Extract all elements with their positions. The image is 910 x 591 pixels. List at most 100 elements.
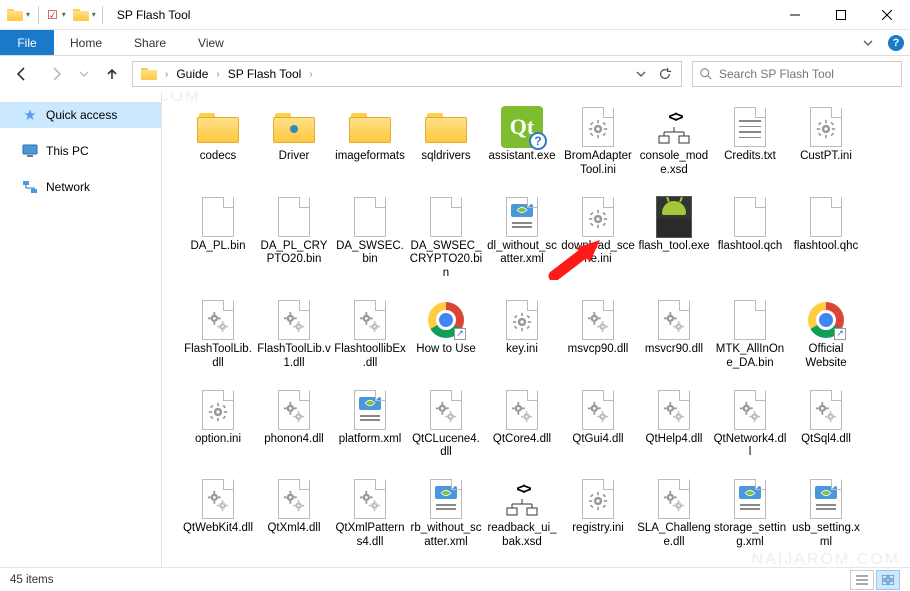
file-item[interactable]: platform.xml [332,385,408,465]
chevron-right-icon[interactable]: › [214,69,221,80]
file-item[interactable]: QtXmlPatterns4.dll [332,474,408,554]
file-item[interactable]: < >readback_ui_bak.xsd [484,474,560,554]
file-label: registry.ini [561,522,635,536]
file-item[interactable]: ↗Official Website [788,295,864,375]
file-item[interactable]: SLA_Challenge.dll [636,474,712,554]
maximize-button[interactable] [818,0,864,30]
file-content-area[interactable]: NAIJAROM.COM codecsDriverimageformatssql… [162,92,910,567]
file-item[interactable]: QtWebKit4.dll [180,474,256,554]
file-item[interactable]: DA_SWSEC.bin [332,192,408,285]
file-item[interactable]: DA_PL_CRYPTO20.bin [256,192,332,285]
qat-dropdown-icon[interactable]: ▾ [26,10,30,19]
folder-icon[interactable] [6,6,24,24]
file-item[interactable]: Credits.txt [712,102,788,182]
icons-view-button[interactable] [876,570,900,590]
file-label: QtNetwork4.dll [713,433,787,461]
file-label: sqldrivers [409,150,483,164]
help-button[interactable]: ? [882,30,910,55]
file-label: assistant.exe [485,150,559,164]
file-label: key.ini [485,343,559,357]
forward-button[interactable] [42,60,70,88]
home-tab[interactable]: Home [54,30,118,55]
chevron-right-icon[interactable]: › [163,69,170,80]
file-item[interactable]: storage_setting.xml [712,474,788,554]
file-item[interactable]: FlashToolLib.dll [180,295,256,375]
file-item[interactable]: sqldrivers [408,102,484,182]
file-item[interactable]: QtHelp4.dll [636,385,712,465]
address-box[interactable]: › Guide › SP Flash Tool › [132,61,682,87]
file-item[interactable]: < >console_mode.xsd [636,102,712,182]
file-item[interactable]: QtGui4.dll [560,385,636,465]
file-item[interactable]: rb_without_scatter.xml [408,474,484,554]
file-label: phonon4.dll [257,433,331,447]
up-button[interactable] [98,60,126,88]
file-item[interactable]: QtCore4.dll [484,385,560,465]
details-view-button[interactable] [850,570,874,590]
properties-icon[interactable]: ☑ [47,8,58,22]
file-item[interactable]: ↗How to Use [408,295,484,375]
search-input[interactable] [719,67,895,81]
file-item[interactable]: DA_PL.bin [180,192,256,285]
minimize-button[interactable] [772,0,818,30]
gears-icon [650,299,698,341]
refresh-button[interactable] [653,62,677,86]
file-item[interactable]: QtNetwork4.dll [712,385,788,465]
file-item[interactable]: download_scene.ini [560,192,636,285]
qat-dropdown-icon[interactable]: ▾ [62,10,66,19]
file-item[interactable]: phonon4.dll [256,385,332,465]
file-item[interactable]: flash_tool.exe [636,192,712,285]
file-label: msvcr90.dll [637,343,711,357]
file-item[interactable]: QtXml4.dll [256,474,332,554]
recent-locations-icon[interactable] [76,60,92,88]
file-item[interactable]: msvcp90.dll [560,295,636,375]
titlebar: ▾ ☑ ▾ ▾ SP Flash Tool [0,0,910,30]
file-item[interactable]: option.ini [180,385,256,465]
file-item[interactable]: QtCLucene4.dll [408,385,484,465]
file-label: QtCLucene4.dll [409,433,483,461]
xsd-icon: < > [650,106,698,148]
file-item[interactable]: codecs [180,102,256,182]
file-item[interactable]: FlashtoollibEx.dll [332,295,408,375]
file-item[interactable]: FlashToolLib.v1.dll [256,295,332,375]
expand-ribbon-icon[interactable] [854,30,882,55]
file-label: BromAdapterTool.ini [561,150,635,178]
file-item[interactable]: CustPT.ini [788,102,864,182]
file-item[interactable]: MTK_AllInOne_DA.bin [712,295,788,375]
back-button[interactable] [8,60,36,88]
status-item-count: 45 items [10,574,53,586]
file-item[interactable]: QtSql4.dll [788,385,864,465]
nav-quick-access[interactable]: ★ Quick access [0,102,161,128]
file-item[interactable]: flashtool.qch [712,192,788,285]
file-item[interactable]: flashtool.qhc [788,192,864,285]
quick-access-toolbar: ▾ ☑ ▾ ▾ [0,6,96,24]
file-item[interactable]: dl_without_scatter.xml [484,192,560,285]
view-tab[interactable]: View [182,30,240,55]
folder-icon[interactable] [137,62,161,86]
search-box[interactable] [692,61,902,87]
qat-dropdown-icon[interactable]: ▾ [92,10,96,19]
chevron-right-icon[interactable]: › [307,69,314,80]
file-item[interactable]: usb_setting.xml [788,474,864,554]
file-item[interactable]: Qt?assistant.exe [484,102,560,182]
gear1-icon [574,196,622,238]
blank-icon [194,196,242,238]
file-label: FlashToolLib.dll [181,343,255,371]
folder-icon[interactable] [72,6,90,24]
file-item[interactable]: msvcr90.dll [636,295,712,375]
file-label: codecs [181,150,255,164]
file-item[interactable]: BromAdapterTool.ini [560,102,636,182]
android-icon [650,196,698,238]
nav-this-pc[interactable]: This PC [0,138,161,164]
nav-network[interactable]: Network [0,174,161,200]
file-tab[interactable]: File [0,30,54,55]
file-item[interactable]: registry.ini [560,474,636,554]
share-tab[interactable]: Share [118,30,182,55]
file-item[interactable]: key.ini [484,295,560,375]
file-item[interactable]: DA_SWSEC_CRYPTO20.bin [408,192,484,285]
star-icon: ★ [22,107,38,123]
close-button[interactable] [864,0,910,30]
file-item[interactable]: Driver [256,102,332,182]
dropdown-icon[interactable] [629,62,653,86]
file-item[interactable]: imageformats [332,102,408,182]
xml-icon [346,389,394,431]
